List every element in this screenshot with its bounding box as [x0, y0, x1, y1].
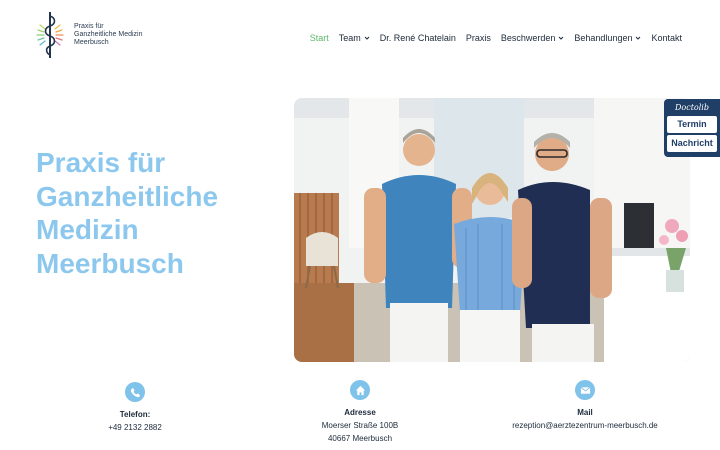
nav-item-start[interactable]: Start [310, 33, 329, 43]
logo-line-1: Praxis für [74, 23, 104, 30]
phone-label: Telefon: [119, 410, 151, 419]
hero-title: Praxis für Ganzheitliche Medizin Meerbus… [36, 146, 276, 280]
nav-label: Beschwerden [500, 33, 556, 43]
logo-line-3: Meerbusch [74, 39, 109, 46]
chevron-down-icon [636, 36, 641, 40]
contact-phone: Telefon: +49 2132 2882 [50, 382, 220, 434]
phone-icon[interactable] [125, 382, 145, 402]
mail-icon[interactable] [575, 380, 595, 400]
address-street: Moerser Straße 100B [321, 421, 399, 430]
nav-item-beschwerden[interactable]: Beschwerden [501, 33, 565, 43]
mail-address[interactable]: rezeption@aerztezentrum-meerbusch.de [500, 419, 670, 432]
nav-label: Kontakt [651, 33, 682, 43]
caduceus-icon [36, 12, 64, 58]
doctolib-widget: Doctolib Termin Nachricht [664, 99, 720, 157]
team-photo [294, 98, 690, 362]
nav-item-behandlungen[interactable]: Behandlungen [574, 33, 641, 43]
nav-label: Team [338, 33, 361, 43]
nav-label: Behandlungen [574, 33, 633, 43]
address-label: Adresse [344, 408, 376, 417]
nav-label: Praxis [465, 33, 491, 43]
mail-label: Mail [577, 408, 593, 417]
home-icon[interactable] [350, 380, 370, 400]
hero-title-line: Meerbusch [36, 247, 184, 279]
team-photo-illustration [294, 98, 690, 362]
hero-title-line: Medizin [36, 214, 139, 245]
nav-item-team[interactable]: Team [339, 33, 370, 43]
nav-label: Start [309, 33, 329, 43]
nav-item-kontakt[interactable]: Kontakt [651, 33, 682, 43]
main-nav: Start Team Dr. René Chatelain Praxis Bes… [300, 33, 682, 43]
logo[interactable]: Praxis für Ganzheitliche Medizin Meerbus… [32, 10, 142, 60]
chevron-down-icon [559, 36, 564, 40]
contact-address: Adresse Moerser Straße 100B 40667 Meerbu… [275, 380, 445, 445]
logo-line-2: Ganzheitliche Medizin [74, 31, 143, 38]
hero-title-line: Ganzheitliche [36, 180, 219, 212]
logo-text: Praxis für Ganzheitliche Medizin Meerbus… [74, 23, 142, 47]
nav-item-dr-rene-chatelain[interactable]: Dr. René Chatelain [380, 33, 456, 43]
chevron-down-icon [364, 36, 370, 40]
hero-title-line: Praxis für [36, 147, 166, 178]
contact-mail: Mail rezeption@aerztezentrum-meerbusch.d… [500, 380, 670, 432]
doctolib-logo: Doctolib [675, 103, 709, 112]
nav-label: Dr. René Chatelain [379, 33, 456, 43]
address-city: 40667 Meerbusch [327, 434, 393, 443]
nachricht-button[interactable]: Nachricht [667, 135, 717, 152]
phone-number[interactable]: +49 2132 2882 [50, 421, 220, 434]
nav-item-praxis[interactable]: Praxis [466, 33, 491, 43]
termin-button[interactable]: Termin [667, 116, 717, 133]
site-header: Praxis für Ganzheitliche Medizin Meerbus… [0, 0, 720, 72]
